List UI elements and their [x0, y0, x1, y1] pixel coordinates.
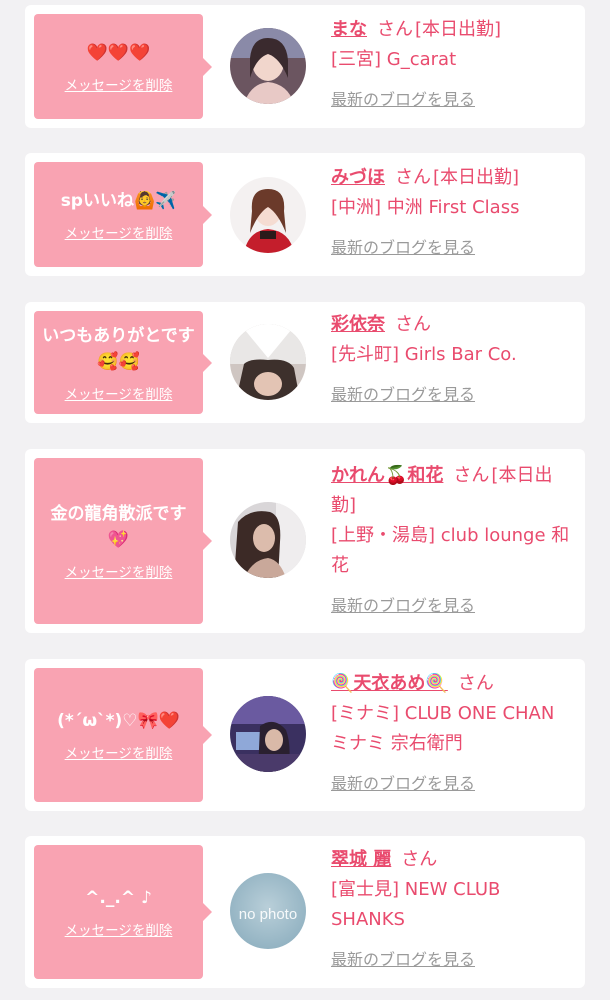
message-bubble: いつもありがとです🥰🥰 メッセージを削除	[34, 311, 212, 414]
delete-message-link[interactable]: メッセージを削除	[65, 383, 173, 403]
avatar[interactable]	[230, 177, 306, 253]
cast-photo-icon	[230, 324, 306, 400]
cast-photo-icon	[230, 696, 306, 772]
message-text: 金の龍角散派です💖	[50, 504, 187, 550]
latest-blog-link[interactable]: 最新のブログを見る	[331, 233, 571, 263]
status-badge: [本日出勤]	[415, 19, 502, 40]
cast-info: かれん🍒和花 さん [本日出勤] [上野・湯島] club lounge 和花 最新…	[331, 461, 571, 621]
honorific: さん	[377, 19, 413, 40]
honorific: さん	[453, 465, 490, 486]
honorific: さん	[457, 673, 494, 694]
delete-message-link[interactable]: メッセージを削除	[65, 919, 173, 939]
latest-blog-link[interactable]: 最新のブログを見る	[331, 380, 571, 410]
message-card: (*´ω`*)♡🎀❤️ メッセージを削除 🍭天衣あめ🍭 さん [ミナミ] CLUB…	[25, 659, 585, 811]
delete-message-link[interactable]: メッセージを削除	[65, 561, 173, 581]
no-photo-icon: no photo	[230, 873, 306, 949]
message-bubble: 金の龍角散派です💖 メッセージを削除	[34, 458, 212, 624]
message-card: 金の龍角散派です💖 メッセージを削除 かれん🍒和花 さん [本日出勤] [上野・湯島…	[25, 449, 585, 633]
shop-name: [富士見] NEW CLUB SHANKS	[331, 879, 501, 930]
cast-name-link[interactable]: みづほ	[331, 167, 385, 188]
avatar[interactable]	[230, 502, 306, 578]
delete-message-link[interactable]: メッセージを削除	[65, 74, 173, 94]
message-card: ^._.^ ♪ メッセージを削除 no photo 翠城 麗さん [富士見] N…	[25, 836, 585, 988]
message-text: いつもありがとです🥰🥰	[42, 325, 195, 372]
message-bubble: (*´ω`*)♡🎀❤️ メッセージを削除	[34, 668, 212, 802]
message-bubble: ^._.^ ♪ メッセージを削除	[34, 845, 212, 979]
honorific: さん	[401, 849, 438, 870]
cast-info: 🍭天衣あめ🍭 さん [ミナミ] CLUB ONE CHAN ミナミ 宗右衛門 最新…	[331, 669, 571, 799]
delete-message-link[interactable]: メッセージを削除	[65, 742, 173, 762]
message-text: ^._.^ ♪	[85, 888, 152, 908]
cast-photo-icon	[230, 28, 306, 104]
shop-name: [三宮] G_carat	[331, 49, 457, 70]
shop-name: [ミナミ] CLUB ONE CHAN ミナミ 宗右衛門	[331, 703, 555, 754]
honorific: さん	[395, 167, 431, 188]
delete-message-link[interactable]: メッセージを削除	[65, 222, 173, 242]
avatar[interactable]	[230, 324, 306, 400]
avatar[interactable]	[230, 696, 306, 772]
latest-blog-link[interactable]: 最新のブログを見る	[331, 85, 571, 115]
cast-name-link[interactable]: 🍭天衣あめ🍭	[331, 673, 448, 694]
latest-blog-link[interactable]: 最新のブログを見る	[331, 591, 571, 621]
shop-name: [先斗町] Girls Bar Co.	[331, 344, 517, 365]
cast-name-link[interactable]: 彩依奈	[331, 314, 385, 335]
latest-blog-link[interactable]: 最新のブログを見る	[331, 945, 571, 975]
cast-photo-icon	[230, 502, 306, 578]
status-badge: [本日出勤]	[433, 167, 520, 188]
latest-blog-link[interactable]: 最新のブログを見る	[331, 769, 571, 799]
cast-info: みづほ さん [本日出勤] [中洲] 中洲 First Class 最新のブログを見…	[331, 163, 571, 263]
message-card: ❤️❤️❤️ メッセージを削除 まな さん [本日出勤] [三宮] G_carat …	[25, 5, 585, 128]
cast-name-link[interactable]: かれん🍒和花	[331, 465, 443, 486]
cast-info: 彩依奈 さん [先斗町] Girls Bar Co. 最新のブログを見る	[331, 310, 571, 410]
message-card: spいいね🙆✈️ メッセージを削除 みづほ さん [本日出勤] [中洲] 中洲 Fi…	[25, 153, 585, 276]
honorific: さん	[395, 314, 431, 335]
avatar[interactable]	[230, 28, 306, 104]
no-photo-text: no photo	[239, 906, 297, 923]
message-card: いつもありがとです🥰🥰 メッセージを削除 彩依奈 さん [先斗町] Girls B…	[25, 302, 585, 423]
cast-name-link[interactable]: まな	[331, 19, 367, 40]
message-bubble: spいいね🙆✈️ メッセージを削除	[34, 162, 212, 267]
message-text: ❤️❤️❤️	[86, 42, 151, 63]
cast-info: まな さん [本日出勤] [三宮] G_carat 最新のブログを見る	[331, 15, 571, 115]
message-bubble: ❤️❤️❤️ メッセージを削除	[34, 14, 212, 119]
message-text: (*´ω`*)♡🎀❤️	[57, 711, 180, 731]
cast-info: 翠城 麗さん [富士見] NEW CLUB SHANKS 最新のブログを見る	[331, 845, 571, 975]
avatar[interactable]: no photo	[230, 873, 306, 949]
cast-photo-icon	[230, 177, 306, 253]
shop-name: [上野・湯島] club lounge 和花	[331, 525, 570, 576]
shop-name: [中洲] 中洲 First Class	[331, 197, 520, 218]
cast-name-link[interactable]: 翠城 麗	[331, 849, 391, 870]
message-text: spいいね🙆✈️	[60, 190, 177, 211]
